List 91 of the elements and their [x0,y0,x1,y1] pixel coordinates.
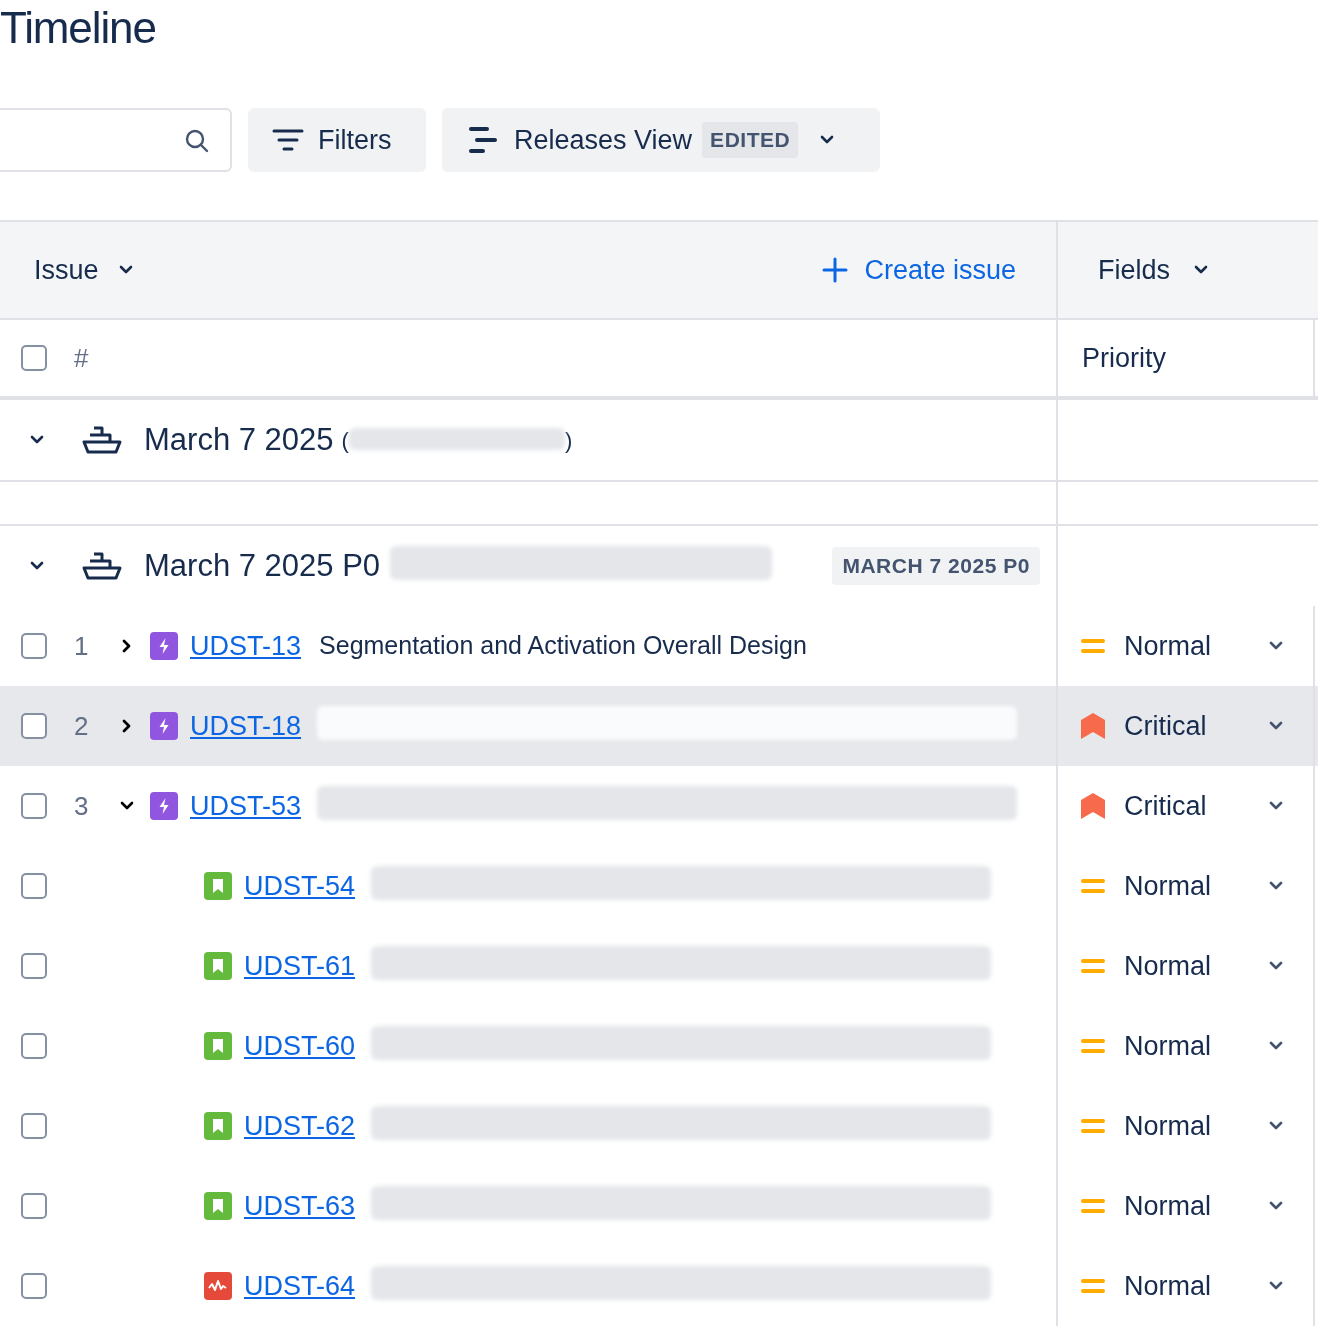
checkbox[interactable] [21,345,47,371]
checkbox[interactable] [21,1273,47,1299]
checkbox[interactable] [21,953,47,979]
page-title: Timeline [0,2,157,54]
chevron-down-icon [1269,1121,1283,1131]
priority-medium-icon [1080,1197,1106,1215]
checkbox[interactable] [21,713,47,739]
fields-menu[interactable]: Fields [1098,249,1209,291]
issue-key-link[interactable]: UDST-63 [244,1185,356,1227]
lightning-icon [150,632,178,660]
search-field[interactable] [0,108,232,172]
chevron-down-icon [1269,1201,1283,1211]
priority-dropdown[interactable]: Normal [1124,1025,1283,1067]
checkbox[interactable] [21,633,47,659]
priority-critical-icon [1080,792,1106,820]
chevron-down-icon [30,435,44,445]
priority-medium-icon [1080,1117,1106,1135]
issue-key-link[interactable]: UDST-60 [244,1025,356,1067]
column-header: Priority [1082,341,1166,375]
issue-key-link[interactable]: UDST-62 [244,1105,356,1147]
issue-summary: Segmentation and Activation Overall Design [319,630,807,662]
bookmark-icon [204,872,232,900]
chevron-down-icon [1269,1041,1283,1051]
filters-button[interactable]: Filters [248,108,426,172]
lightning-icon [150,712,178,740]
chevron-down-icon [1269,801,1283,811]
lightning-icon [150,792,178,820]
create-issue-button[interactable]: Create issue [822,249,1016,291]
bookmark-icon [204,1192,232,1220]
priority-medium-icon [1080,1277,1106,1295]
checkbox[interactable] [21,1113,47,1139]
priority-medium-icon [1080,957,1106,975]
chevron-down-icon [30,561,44,571]
row-number: 3 [74,789,90,823]
row-number: 2 [74,709,90,743]
filter-icon [272,128,304,152]
priority-critical-icon [1080,712,1106,740]
column-header: # [74,341,89,375]
release-tag: MARCH 7 2025 P0 [832,547,1040,585]
priority-dropdown[interactable]: Normal [1124,625,1283,667]
release-note-bracket: ( [341,426,349,455]
release-note-bracket: ) [564,426,573,455]
ship-icon [82,551,122,581]
priority-medium-icon [1080,1037,1106,1055]
issue-key-link[interactable]: UDST-61 [244,945,356,987]
checkbox[interactable] [21,873,47,899]
issue-menu[interactable]: Issue [34,249,133,291]
issue-key-link[interactable]: UDST-54 [244,865,356,907]
ship-icon [82,425,122,455]
timeline-bars-icon [468,125,498,155]
priority-dropdown[interactable]: Normal [1124,945,1283,987]
row-number: 1 [74,629,90,663]
bookmark-icon [204,1112,232,1140]
issue-row[interactable]: 2 UDST-18 Critical [0,686,1318,766]
issue-key-link[interactable]: UDST-53 [190,785,302,827]
chevron-right-icon [122,719,132,733]
priority-dropdown[interactable]: Normal [1124,1265,1283,1307]
search-icon [184,128,210,154]
priority-dropdown[interactable]: Normal [1124,1185,1283,1227]
expand-toggle[interactable] [30,435,44,445]
priority-medium-icon [1080,637,1106,655]
release-name: March 7 2025 P0 [144,546,381,585]
plus-icon [822,257,849,283]
pulse-icon [204,1272,232,1300]
release-name: March 7 2025 [144,420,334,459]
edited-badge: EDITED [702,122,799,158]
chevron-down-icon [1194,265,1209,275]
checkbox[interactable] [21,1193,47,1219]
chevron-down-icon [1269,641,1283,651]
bookmark-icon [204,952,232,980]
priority-dropdown[interactable]: Normal [1124,865,1283,907]
expand-toggle[interactable] [30,561,44,571]
chevron-down-icon [118,265,133,275]
priority-dropdown[interactable]: Normal [1124,1105,1283,1147]
chevron-down-icon [1269,721,1283,731]
priority-dropdown[interactable]: Critical [1124,705,1283,747]
chevron-right-icon [122,639,132,653]
priority-medium-icon [1080,877,1106,895]
chevron-down-icon [1269,881,1283,891]
issue-key-link[interactable]: UDST-13 [190,625,302,667]
priority-dropdown[interactable]: Critical [1124,785,1283,827]
checkbox[interactable] [21,1033,47,1059]
chevron-down-icon [120,801,134,811]
issue-key-link[interactable]: UDST-18 [190,705,302,747]
chevron-down-icon [1269,961,1283,971]
bookmark-icon [204,1032,232,1060]
releases-view-button[interactable]: Releases View EDITED [442,108,880,172]
chevron-down-icon [820,135,835,145]
checkbox[interactable] [21,793,47,819]
chevron-down-icon [1269,1281,1283,1291]
issue-key-link[interactable]: UDST-64 [244,1265,356,1307]
